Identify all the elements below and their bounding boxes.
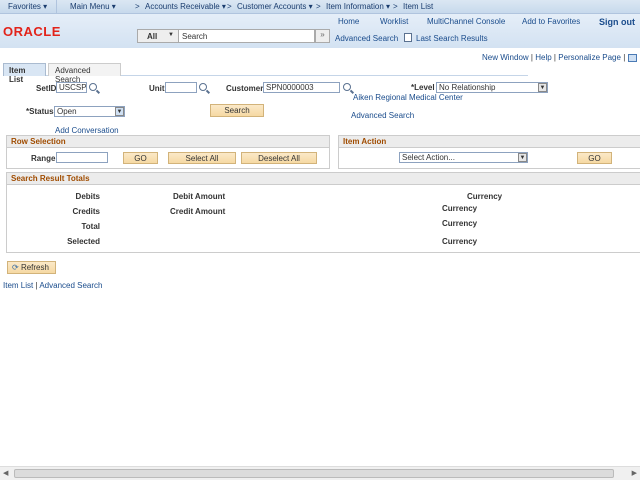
- advanced-search-link[interactable]: Advanced Search: [351, 111, 414, 120]
- select-all-button[interactable]: Select All: [168, 152, 236, 164]
- breadcrumb-sep: >: [135, 2, 140, 11]
- search-input[interactable]: Search: [178, 29, 315, 43]
- setid-input[interactable]: USCSP: [56, 82, 87, 93]
- horizontal-scrollbar[interactable]: ◀ ▶: [0, 466, 640, 480]
- range-input[interactable]: [56, 152, 108, 163]
- tab-advanced-search[interactable]: Advanced Search: [48, 63, 121, 84]
- breadcrumb-sep: >: [227, 2, 232, 11]
- selected-label: Selected: [67, 237, 100, 246]
- credit-amount: Credit Amount: [170, 207, 226, 216]
- breadcrumb-sep: >: [316, 2, 321, 11]
- new-window-link[interactable]: New Window: [482, 53, 529, 62]
- level-label: *Level: [411, 83, 435, 92]
- chevron-down-icon: ▼: [168, 32, 174, 38]
- lookup-icon[interactable]: [343, 83, 351, 91]
- worklist-link[interactable]: Worklist: [380, 17, 408, 26]
- credits-currency: Currency: [442, 204, 478, 213]
- debits-label: Debits: [75, 192, 100, 201]
- chevron-down-icon: ▼: [115, 107, 124, 116]
- tab-item-list[interactable]: Item List: [3, 63, 46, 84]
- search-go-button[interactable]: »: [315, 29, 330, 43]
- total-currency: Currency: [442, 219, 478, 228]
- search-result-totals-panel: Search Result Totals Debits Debit Amount…: [6, 172, 640, 253]
- credits-label: Credits: [72, 207, 100, 216]
- footer-advanced-search-link[interactable]: Advanced Search: [39, 281, 102, 290]
- breadcrumb-accounts-receivable[interactable]: Accounts Receivable ▾: [145, 2, 226, 11]
- sep: |: [623, 53, 626, 62]
- level-select[interactable]: No Relationship ▼: [436, 82, 548, 93]
- refresh-icon: ⟳: [12, 263, 19, 272]
- debits-currency: Currency: [467, 192, 503, 201]
- level-value: No Relationship: [439, 83, 496, 92]
- item-action-select[interactable]: Select Action... ▼: [399, 152, 528, 163]
- lookup-icon[interactable]: [199, 83, 207, 91]
- header: ORACLE Home Worklist MultiChannel Consol…: [0, 14, 640, 48]
- row-selection-panel: Row Selection Range GO Select All Desele…: [6, 135, 330, 169]
- customer-name-link[interactable]: Aiken Regional Medical Center: [353, 93, 463, 102]
- deselect-all-button[interactable]: Deselect All: [241, 152, 317, 164]
- customer-input[interactable]: SPN0000003: [263, 82, 340, 93]
- unit-input[interactable]: [165, 82, 197, 93]
- setid-label: SetID: [36, 84, 57, 93]
- sep: |: [35, 281, 38, 290]
- breadcrumb-bar: Favorites ▾ Main Menu ▾ > Accounts Recei…: [0, 0, 640, 14]
- sep: |: [553, 53, 556, 62]
- refresh-label: Refresh: [20, 263, 49, 272]
- lookup-icon[interactable]: [89, 83, 97, 91]
- item-action-panel: Item Action Select Action... ▼ GO: [338, 135, 640, 169]
- search-button[interactable]: Search: [210, 104, 264, 117]
- scroll-left-icon[interactable]: ◀: [3, 469, 8, 477]
- add-to-favorites-link[interactable]: Add to Favorites: [522, 17, 580, 26]
- chevron-down-icon: ▼: [538, 83, 547, 92]
- item-action-value: Select Action...: [402, 153, 455, 162]
- customer-label: Customer: [226, 84, 264, 93]
- home-link[interactable]: Home: [338, 17, 359, 26]
- row-go-button[interactable]: GO: [123, 152, 158, 164]
- main-menu[interactable]: Main Menu ▾: [70, 2, 116, 11]
- oracle-logo: ORACLE: [3, 24, 61, 39]
- debit-amount: Debit Amount: [173, 192, 226, 201]
- footer-links: Item List | Advanced Search: [3, 281, 102, 290]
- grid-icon[interactable]: [627, 53, 637, 62]
- last-search-results-link[interactable]: Last Search Results: [416, 34, 488, 43]
- footer-item-list-link[interactable]: Item List: [3, 281, 33, 290]
- favorites-menu[interactable]: Favorites ▾: [8, 2, 47, 11]
- scrollbar-thumb[interactable]: [14, 469, 614, 478]
- refresh-button[interactable]: ⟳ Refresh: [7, 261, 56, 274]
- selected-currency: Currency: [442, 237, 478, 246]
- chevron-down-icon: ▼: [518, 153, 527, 162]
- page-links: New Window | Help | Personalize Page |: [482, 53, 637, 62]
- status-value: Open: [57, 107, 77, 116]
- search-scope-select[interactable]: All ▼: [137, 29, 179, 43]
- search-results-icon: [404, 33, 412, 42]
- add-conversation-link[interactable]: Add Conversation: [55, 126, 119, 135]
- unit-label: Unit: [149, 84, 165, 93]
- breadcrumb-item-information[interactable]: Item Information ▾: [326, 2, 390, 11]
- breadcrumb-sep: >: [393, 2, 398, 11]
- range-label: Range: [31, 154, 56, 163]
- scroll-right-icon[interactable]: ▶: [632, 469, 637, 477]
- header-advanced-search-link[interactable]: Advanced Search: [335, 34, 398, 43]
- status-label: *Status: [26, 107, 54, 116]
- multichannel-console-link[interactable]: MultiChannel Console: [427, 17, 505, 26]
- search-scope-value: All: [147, 32, 158, 41]
- totals-title: Search Result Totals: [7, 173, 640, 185]
- total-label: Total: [81, 222, 100, 231]
- item-action-go-button[interactable]: GO: [577, 152, 612, 164]
- status-select[interactable]: Open ▼: [54, 106, 125, 117]
- breadcrumb-item-list[interactable]: Item List: [403, 2, 433, 11]
- row-selection-title: Row Selection: [7, 136, 329, 148]
- personalize-page-link[interactable]: Personalize Page: [558, 53, 621, 62]
- help-link[interactable]: Help: [535, 53, 551, 62]
- sep: |: [530, 53, 533, 62]
- sign-out-link[interactable]: Sign out: [599, 17, 635, 27]
- item-action-title: Item Action: [339, 136, 640, 148]
- breadcrumb-customer-accounts[interactable]: Customer Accounts ▾: [237, 2, 313, 11]
